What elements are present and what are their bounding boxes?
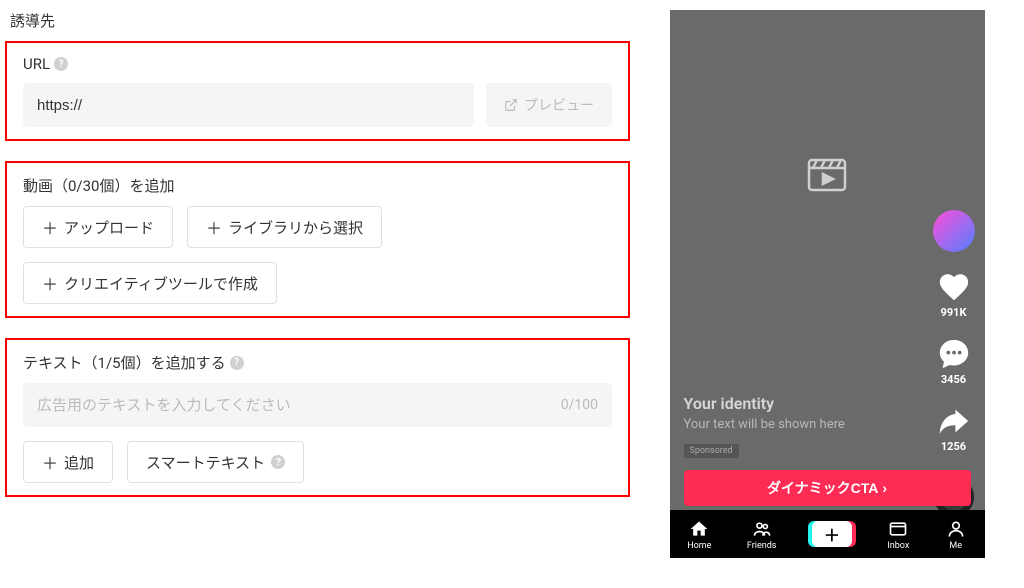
plus-icon: ＋ bbox=[42, 215, 58, 239]
bottom-nav: Home Friends ＋ Inbox Me bbox=[670, 510, 985, 558]
plus-icon: ＋ bbox=[42, 271, 58, 295]
cta-button[interactable]: ダイナミックCTA › bbox=[684, 470, 971, 506]
nav-home[interactable]: Home bbox=[687, 518, 711, 551]
help-icon[interactable]: ? bbox=[54, 57, 68, 71]
help-icon[interactable]: ? bbox=[230, 356, 244, 370]
friends-icon bbox=[751, 518, 773, 540]
ad-text-input[interactable] bbox=[23, 383, 612, 427]
add-text-button[interactable]: ＋ 追加 bbox=[23, 441, 113, 483]
phone-preview: 991K 3456 1256 Your identity Your text w… bbox=[670, 10, 985, 558]
help-icon: ? bbox=[271, 455, 285, 469]
video-section-title: 動画（0/30個）を追加 bbox=[23, 175, 612, 196]
home-icon bbox=[688, 518, 710, 540]
nav-friends[interactable]: Friends bbox=[747, 518, 777, 551]
share-icon[interactable] bbox=[937, 404, 971, 438]
chevron-right-icon: › bbox=[882, 480, 887, 496]
url-section: URL ? プレビュー bbox=[5, 41, 630, 141]
nav-me[interactable]: Me bbox=[945, 518, 967, 551]
text-section: テキスト（1/5個）を追加する ? 0/100 ＋ 追加 スマートテキスト ? bbox=[5, 338, 630, 497]
identity-title: Your identity bbox=[684, 394, 915, 413]
sponsored-badge: Sponsored bbox=[684, 444, 739, 458]
external-link-icon bbox=[504, 98, 518, 112]
nav-inbox[interactable]: Inbox bbox=[887, 518, 909, 551]
preview-button[interactable]: プレビュー bbox=[486, 83, 612, 127]
profile-icon bbox=[945, 518, 967, 540]
comment-count: 3456 bbox=[941, 373, 966, 386]
url-label: URL bbox=[23, 55, 50, 73]
plus-icon: ＋ bbox=[206, 215, 222, 239]
nav-create[interactable]: ＋ bbox=[812, 521, 852, 547]
inbox-icon bbox=[887, 518, 909, 540]
plus-icon: ＋ bbox=[42, 450, 58, 474]
destination-title: 誘導先 bbox=[10, 10, 630, 31]
text-section-title: テキスト（1/5個）を追加する bbox=[23, 352, 226, 373]
url-input[interactable] bbox=[23, 83, 474, 127]
char-count: 0/100 bbox=[561, 397, 598, 413]
upload-button[interactable]: ＋ アップロード bbox=[23, 206, 173, 248]
text-placeholder: Your text will be shown here bbox=[684, 417, 915, 432]
preview-label: プレビュー bbox=[524, 95, 594, 115]
video-placeholder-icon bbox=[803, 150, 851, 198]
plus-icon: ＋ bbox=[812, 521, 852, 547]
comment-icon[interactable] bbox=[937, 337, 971, 371]
share-count: 1256 bbox=[941, 440, 966, 453]
video-section: 動画（0/30個）を追加 ＋ アップロード ＋ ライブラリから選択 ＋ クリエイ… bbox=[5, 161, 630, 318]
creative-tool-button[interactable]: ＋ クリエイティブツールで作成 bbox=[23, 262, 277, 304]
like-count: 991K bbox=[941, 306, 967, 319]
profile-avatar[interactable] bbox=[933, 210, 975, 252]
library-button[interactable]: ＋ ライブラリから選択 bbox=[187, 206, 382, 248]
smart-text-button[interactable]: スマートテキスト ? bbox=[127, 441, 304, 483]
heart-icon[interactable] bbox=[937, 270, 971, 304]
